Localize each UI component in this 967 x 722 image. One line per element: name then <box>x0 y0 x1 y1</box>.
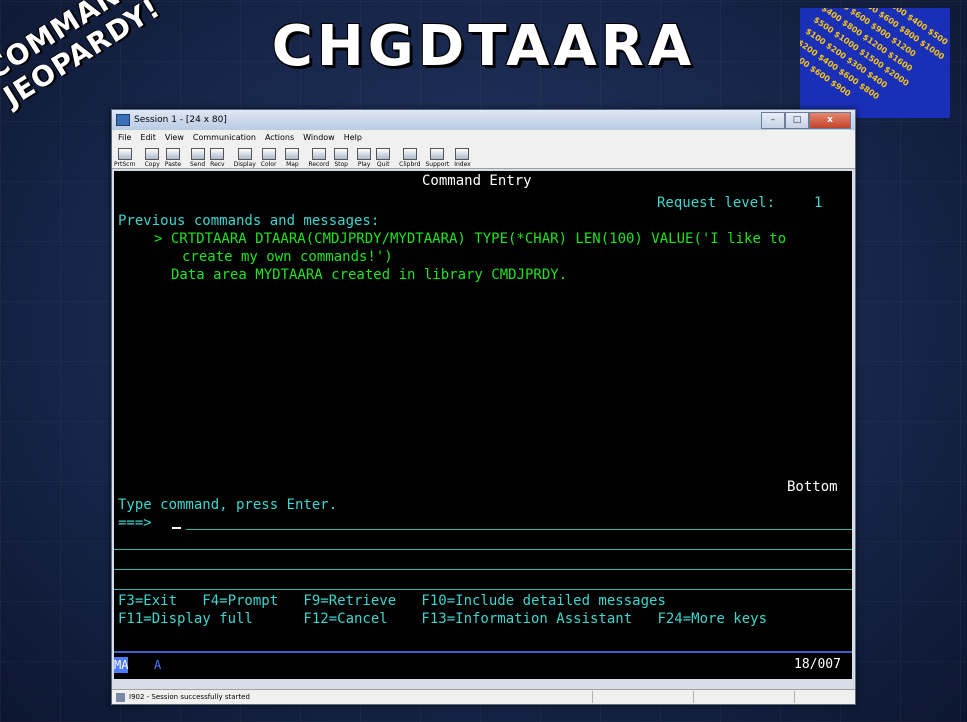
toolbar-recv-button[interactable]: Recv <box>210 146 225 168</box>
toolbar: PrtScrn Copy Paste Send Recv Display Col… <box>112 144 855 169</box>
toolbar-support-button[interactable]: Support <box>425 146 449 168</box>
play-icon <box>357 148 372 160</box>
function-keys-row-2: F11=Display full F12=Cancel F13=Informat… <box>118 611 768 627</box>
command-input-cursor[interactable] <box>172 515 181 533</box>
completion-message: Data area MYDTAARA created in library CM… <box>171 267 568 283</box>
terminal-screen[interactable]: Command Entry Request level: 1 Previous … <box>114 171 852 679</box>
oia-session-indicator: A <box>154 658 162 672</box>
toolbar-prtscrn-button[interactable]: PrtScrn <box>114 146 136 168</box>
oia-separator <box>114 651 852 653</box>
request-level-value: 1 <box>814 195 823 211</box>
command-input-line-4[interactable] <box>114 589 852 590</box>
toolbar-display-button[interactable]: Display <box>234 146 256 168</box>
session-status-icon <box>116 692 125 702</box>
map-icon <box>285 148 300 160</box>
stop-icon <box>334 148 349 160</box>
copy-icon <box>145 148 160 160</box>
session-app-icon <box>116 114 130 126</box>
receive-icon <box>210 148 225 160</box>
command-input-line-3[interactable] <box>114 569 852 570</box>
maximize-button[interactable]: □ <box>785 112 809 129</box>
paste-icon <box>165 148 180 160</box>
menu-view[interactable]: View <box>165 133 184 142</box>
color-icon <box>261 148 276 160</box>
index-icon <box>455 148 470 160</box>
prompt-instruction: Type command, press Enter. <box>118 497 338 513</box>
send-icon <box>190 148 205 160</box>
menu-bar: File Edit View Communication Actions Win… <box>112 130 855 144</box>
window-titlebar: Session 1 - [24 x 80] – □ x <box>112 110 855 130</box>
toolbar-quit-button[interactable]: Quit <box>376 146 391 168</box>
command-input-line-1[interactable] <box>186 529 852 530</box>
support-icon <box>430 148 445 160</box>
toolbar-stop-button[interactable]: Stop <box>334 146 349 168</box>
toolbar-record-button[interactable]: Record <box>308 146 329 168</box>
screen-header: Command Entry <box>422 173 532 189</box>
oia-mode: MA <box>114 657 129 673</box>
menu-help[interactable]: Help <box>344 133 362 142</box>
display-icon <box>237 148 252 160</box>
menu-edit[interactable]: Edit <box>140 133 156 142</box>
cursor-position: 18/007 <box>794 657 841 672</box>
request-level-label: Request level: <box>657 195 776 211</box>
clipboard-icon <box>402 148 417 160</box>
menu-communication[interactable]: Communication <box>193 133 256 142</box>
menu-window[interactable]: Window <box>303 133 335 142</box>
previous-command-line-1: > CRTDTAARA DTAARA(CMDJPRDY/MYDTAARA) TY… <box>154 231 787 247</box>
toolbar-color-button[interactable]: Color <box>261 146 276 168</box>
toolbar-play-button[interactable]: Play <box>357 146 372 168</box>
window-title: Session 1 - [24 x 80] <box>134 115 227 125</box>
toolbar-paste-button[interactable]: Paste <box>165 146 181 168</box>
status-bar: I902 - Session successfully started <box>112 689 855 704</box>
command-input-line-2[interactable] <box>114 549 852 550</box>
status-text: I902 - Session successfully started <box>129 693 250 701</box>
toolbar-send-button[interactable]: Send <box>190 146 205 168</box>
terminal-window: Session 1 - [24 x 80] – □ x File Edit Vi… <box>111 109 856 705</box>
command-prompt-arrow: ===> <box>118 515 152 531</box>
toolbar-clipbrd-button[interactable]: Clipbrd <box>399 146 420 168</box>
resize-grip[interactable] <box>794 691 855 703</box>
menu-actions[interactable]: Actions <box>265 133 294 142</box>
toolbar-copy-button[interactable]: Copy <box>145 146 160 168</box>
toolbar-map-button[interactable]: Map <box>285 146 300 168</box>
previous-command-line-2: create my own commands!') <box>182 249 393 265</box>
toolbar-index-button[interactable]: Index <box>454 146 471 168</box>
minimize-button[interactable]: – <box>761 112 785 129</box>
bottom-indicator: Bottom <box>787 479 838 495</box>
record-icon <box>311 148 326 160</box>
print-screen-icon <box>117 148 132 160</box>
previous-commands-label: Previous commands and messages: <box>118 213 380 229</box>
menu-file[interactable]: File <box>118 133 131 142</box>
function-keys-row-1: F3=Exit F4=Prompt F9=Retrieve F10=Includ… <box>118 593 666 609</box>
jeopardy-board-image: $100 $200 $300 $400 $500 $200 $400 $600 … <box>800 8 950 118</box>
close-button[interactable]: x <box>809 112 851 129</box>
quit-icon <box>376 148 391 160</box>
